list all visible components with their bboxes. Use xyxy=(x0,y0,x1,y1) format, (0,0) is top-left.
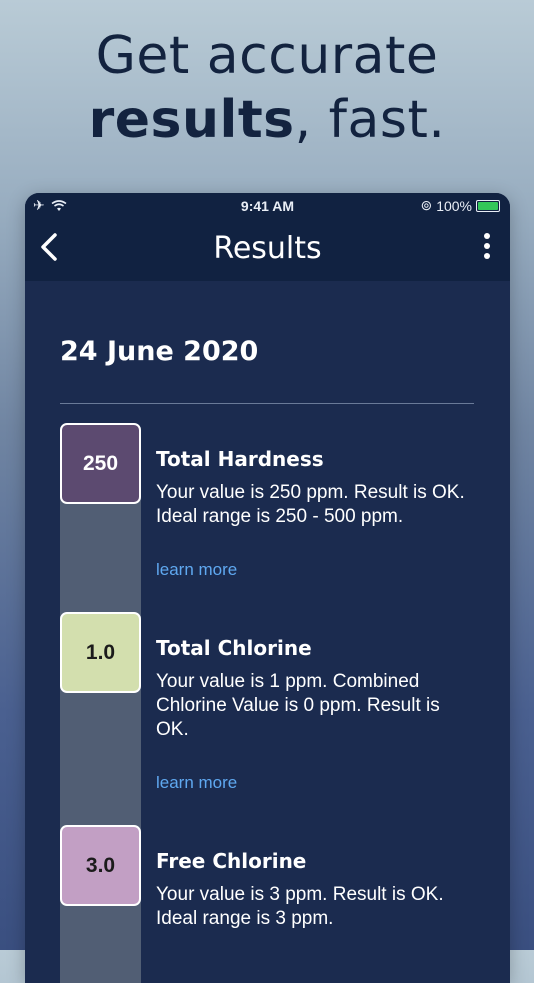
results-content: 24 June 2020 250 Total Hardness Your val… xyxy=(25,281,510,983)
page-title: Results xyxy=(213,231,322,266)
result-title: Total Chlorine xyxy=(156,636,312,660)
orientation-lock-icon: ⊚ xyxy=(420,197,433,213)
nav-bar: Results xyxy=(25,219,510,281)
learn-more-link[interactable]: learn more xyxy=(156,773,237,793)
status-right: ⊚ 100% xyxy=(420,197,500,214)
result-description: Your value is 1 ppm. Combined Chlorine V… xyxy=(156,671,440,740)
result-value-badge: 1.0 xyxy=(60,612,141,693)
result-description: Your value is 3 ppm. Result is OK. Ideal… xyxy=(156,884,444,929)
result-description: Your value is 250 ppm. Result is OK. Ide… xyxy=(156,482,465,527)
more-vertical-icon[interactable] xyxy=(482,233,492,263)
result-title: Total Hardness xyxy=(156,447,324,471)
learn-more-link[interactable]: learn more xyxy=(156,560,237,580)
battery-icon xyxy=(476,199,500,212)
headline-line-1: Get accurate xyxy=(95,26,439,86)
battery-percent: 100% xyxy=(436,197,472,214)
status-bar: ✈ 9:41 AM ⊚ 100% xyxy=(25,193,510,219)
result-value-badge: 3.0 xyxy=(60,825,141,906)
headline-rest: , fast. xyxy=(294,90,446,150)
headline-line-2: results, fast. xyxy=(0,88,534,152)
result-value-badge: 250 xyxy=(60,423,141,504)
phone-screen: ✈ 9:41 AM ⊚ 100% Results 24 June 2020 25… xyxy=(25,193,510,983)
headline-emphasis: results xyxy=(88,90,295,150)
divider xyxy=(60,403,474,404)
marketing-headline: Get accurate results, fast. xyxy=(0,24,534,152)
results-date: 24 June 2020 xyxy=(60,336,259,367)
result-title: Free Chlorine xyxy=(156,849,307,873)
